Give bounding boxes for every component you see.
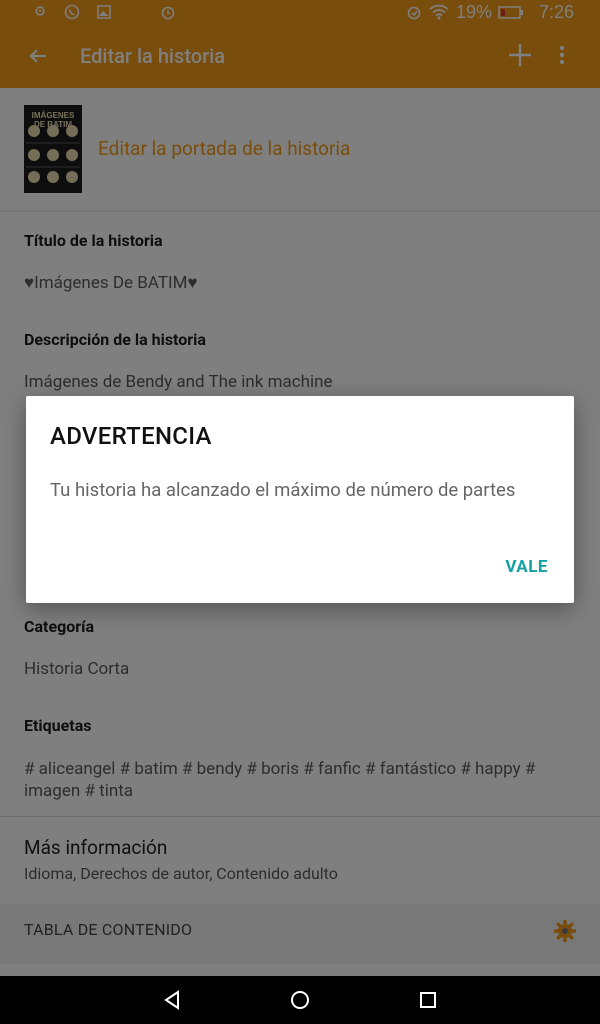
home-nav-icon[interactable]	[288, 988, 312, 1012]
dialog-message: Tu historia ha alcanzado el máximo de nú…	[50, 479, 516, 501]
ok-button[interactable]: VALE	[505, 557, 548, 577]
navigation-bar	[0, 976, 600, 1024]
dialog-title: ADVERTENCIA	[50, 422, 212, 450]
warning-dialog: ADVERTENCIA Tu historia ha alcanzado el …	[26, 396, 574, 603]
back-nav-icon[interactable]	[160, 988, 184, 1012]
recents-nav-icon[interactable]	[416, 988, 440, 1012]
